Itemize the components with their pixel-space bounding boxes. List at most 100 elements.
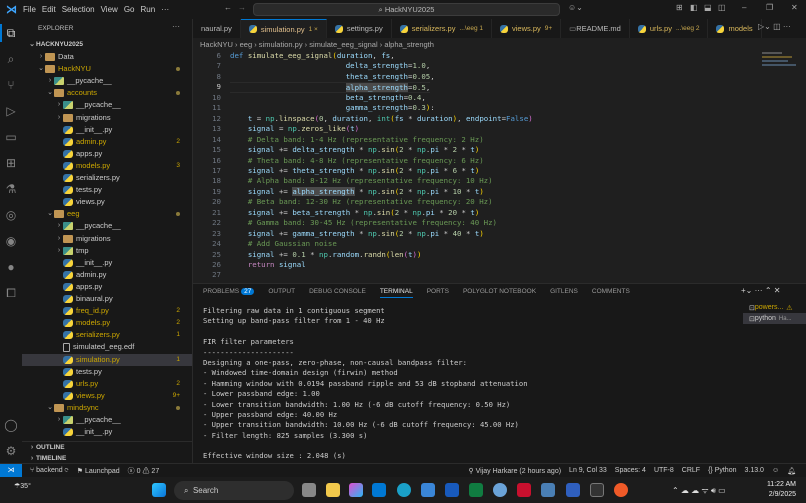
tree-item[interactable]: ›migrations: [22, 233, 192, 245]
code-line[interactable]: signal = np.zeros_like(t): [230, 124, 359, 133]
system-tray-icons[interactable]: ⌃ ☁ ☁ ᯤ 🔊︎ ▭: [672, 485, 726, 496]
toggle-secondary-sidebar-icon[interactable]: ◫: [718, 3, 726, 12]
tree-item[interactable]: models.py2: [22, 317, 192, 329]
tree-item[interactable]: binaural.py: [22, 293, 192, 305]
menu-edit[interactable]: Edit: [42, 5, 56, 14]
tab-settings-py[interactable]: settings.py: [327, 19, 392, 38]
tree-item[interactable]: ⌄accounts: [22, 87, 192, 99]
terminal-app-icon[interactable]: [590, 483, 604, 497]
code-line[interactable]: # Delta band: 1-4 Hz (representative fre…: [230, 135, 484, 144]
toggle-panel-icon[interactable]: ⬓: [704, 3, 712, 12]
panel-tab-polyglot-notebook[interactable]: POLYGLOT NOTEBOOK: [463, 288, 536, 298]
tree-item[interactable]: urls.py2: [22, 378, 192, 390]
tree-item[interactable]: ›Data: [22, 51, 192, 63]
tree-item[interactable]: ⌄eeg: [22, 208, 192, 220]
tree-item[interactable]: serializers.py1: [22, 329, 192, 341]
customize-layout-icon[interactable]: ⊞: [676, 3, 683, 12]
code-line[interactable]: # Add Gaussian noise: [230, 239, 337, 248]
menu-run[interactable]: Run: [140, 5, 155, 14]
code-line[interactable]: signal += delta_strength * np.sin(2 * np…: [230, 145, 479, 154]
copilot-icon[interactable]: ☺⌄: [568, 3, 583, 12]
branch-status[interactable]: ⑂ backend ⟳: [30, 467, 69, 474]
panel-tab-terminal[interactable]: TERMINAL: [380, 288, 413, 298]
tab-naural-py[interactable]: naural.py: [193, 19, 241, 38]
panel-tab-gitlens[interactable]: GITLENS: [550, 288, 578, 298]
close-window-icon[interactable]: ✕: [791, 3, 798, 12]
minimize-icon[interactable]: –: [742, 3, 746, 12]
breadcrumb-item[interactable]: alpha_strength: [384, 40, 434, 49]
panel-tab-debug-console[interactable]: DEBUG CONSOLE: [309, 288, 366, 298]
clock[interactable]: 11:22 AM2/9/2025: [767, 480, 796, 500]
tab-models[interactable]: models: [708, 19, 761, 38]
tree-item[interactable]: apps.py: [22, 148, 192, 160]
tree-item[interactable]: simulation.py1: [22, 354, 192, 366]
settings-gear-icon[interactable]: ⚙: [4, 444, 18, 458]
command-center-search[interactable]: ⌕ HackNYU2025: [253, 3, 560, 16]
menu-view[interactable]: View: [101, 5, 118, 14]
line-ending[interactable]: CRLF: [682, 467, 700, 474]
file-explorer-icon[interactable]: [326, 483, 340, 497]
forward-arrow-icon[interactable]: →: [238, 3, 246, 12]
tree-item[interactable]: freq_id.py2: [22, 305, 192, 317]
tab-views-py[interactable]: views.py9+: [492, 19, 561, 38]
run-debug-icon[interactable]: ▷: [4, 104, 18, 118]
indentation[interactable]: Spaces: 4: [615, 467, 646, 474]
code-line[interactable]: signal += theta_strength * np.sin(2 * np…: [230, 166, 479, 175]
tree-item[interactable]: serializers.py: [22, 172, 192, 184]
tab-serializers-py[interactable]: serializers.py...\eeg 1: [392, 19, 492, 38]
store-icon[interactable]: [421, 483, 435, 497]
tree-item[interactable]: tests.py: [22, 184, 192, 196]
notifications-bell-icon[interactable]: 🔔︎: [787, 467, 796, 475]
panel-tab-comments[interactable]: COMMENTS: [592, 288, 630, 298]
task-view-icon[interactable]: [302, 483, 316, 497]
windows-start-icon[interactable]: [152, 483, 166, 497]
edge-icon[interactable]: [397, 483, 411, 497]
postman-icon[interactable]: [614, 483, 628, 497]
more-actions-icon[interactable]: ···: [172, 22, 180, 31]
tree-item[interactable]: ⌄HackNYU: [22, 63, 192, 75]
panel-tab-output[interactable]: OUTPUT: [268, 288, 295, 298]
remote-indicator-icon[interactable]: ⋊: [0, 464, 22, 478]
settings-app-icon[interactable]: [493, 483, 507, 497]
tree-item[interactable]: ›__pycache__: [22, 75, 192, 87]
workspace-root[interactable]: ⌄HACKNYU2025: [22, 39, 192, 51]
tree-item[interactable]: admin.py: [22, 269, 192, 281]
restore-icon[interactable]: ❐: [766, 3, 773, 12]
new-terminal-icon[interactable]: +⌄ ··· ⌃ ✕: [741, 286, 780, 295]
docker-icon[interactable]: ◉: [4, 234, 18, 248]
tree-item[interactable]: views.py: [22, 196, 192, 208]
menu-[interactable]: ···: [161, 5, 169, 14]
menu-selection[interactable]: Selection: [62, 5, 95, 14]
vscode-taskbar-icon[interactable]: [372, 483, 386, 497]
terminal-instance[interactable]: ⊡ powers...⚠: [743, 302, 806, 313]
code-line[interactable]: return signal: [230, 260, 306, 269]
tree-item[interactable]: admin.py2: [22, 136, 192, 148]
tree-item[interactable]: __init__.py: [22, 124, 192, 136]
taskbar-search[interactable]: ⌕ Search: [174, 481, 294, 500]
tree-item[interactable]: simulated_eeg.edf: [22, 341, 192, 353]
tree-item[interactable]: __init__.py: [22, 426, 192, 438]
code-line[interactable]: signal += beta_strength * np.sin(2 * np.…: [230, 208, 479, 217]
code-line[interactable]: alpha_strength=0.5,: [230, 82, 430, 93]
code-line[interactable]: # Beta band: 12-30 Hz (representative fr…: [230, 197, 493, 206]
search-icon[interactable]: ⌕: [4, 52, 18, 66]
breadcrumb-item[interactable]: HackNYU: [200, 40, 233, 49]
code-editor[interactable]: 6def simulate_eeg_signal(duration, fs,7 …: [195, 51, 755, 281]
tree-item[interactable]: tests.py: [22, 366, 192, 378]
tree-item[interactable]: ›__pycache__: [22, 99, 192, 111]
back-arrow-icon[interactable]: ←: [224, 3, 232, 12]
tree-item[interactable]: ›migrations: [22, 112, 192, 124]
tree-item[interactable]: ⌄mindsync: [22, 402, 192, 414]
menu-go[interactable]: Go: [124, 5, 135, 14]
panel-tab-problems[interactable]: PROBLEMS27: [203, 288, 254, 298]
code-line[interactable]: # Alpha band: 8-12 Hz (representative fr…: [230, 176, 493, 185]
mcafee-icon[interactable]: [517, 483, 531, 497]
gitlens-icon[interactable]: ◎: [4, 208, 18, 222]
tree-item[interactable]: apps.py: [22, 281, 192, 293]
accounts-icon[interactable]: ◯: [4, 418, 18, 432]
toggle-sidebar-icon[interactable]: ◧: [690, 3, 698, 12]
copilot-status-icon[interactable]: ☺: [772, 467, 779, 474]
code-line[interactable]: theta_strength=0.05,: [230, 72, 435, 81]
code-line[interactable]: signal += gamma_strength * np.sin(2 * np…: [230, 229, 484, 238]
launchpad-status[interactable]: ⚑ Launchpad: [77, 467, 120, 475]
